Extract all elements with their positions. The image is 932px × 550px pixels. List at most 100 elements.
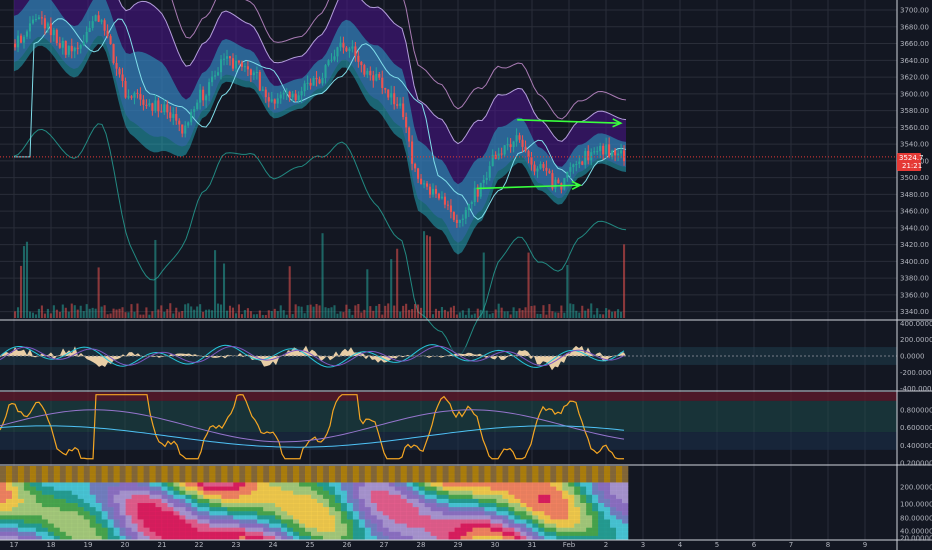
time-tick-18: 4 (678, 541, 683, 549)
heatmap-cell-3-22 (131, 478, 138, 483)
heatmap-cell-4-23 (137, 482, 144, 487)
volume-bar-13 (52, 305, 55, 318)
heatmap-cell-3-33 (197, 478, 204, 483)
heatmap-cell-4-77 (460, 482, 467, 487)
heatmap-cell-10-10 (59, 507, 67, 512)
candle-body-201 (614, 150, 617, 156)
heatmap-cell-11-13 (77, 511, 85, 516)
heatmap-cell-6-17 (101, 490, 108, 496)
heatmap-cell-6-4 (23, 490, 31, 496)
heatmap-cell-14-18 (107, 523, 114, 528)
heatmap-cell-3-28 (167, 478, 174, 483)
volume-bar-95 (297, 306, 300, 318)
heatmap-cell-8-103 (616, 498, 623, 504)
volume-bar-43 (142, 314, 145, 318)
heatmap-cell-4-13 (77, 482, 85, 487)
heatmap-cell-4-14 (83, 482, 91, 487)
candle-body-151 (464, 209, 467, 219)
heatmap-cell-4-22 (131, 482, 138, 487)
heatmap-cell-2-59 (352, 474, 360, 479)
heatmap-cell-16-76 (454, 531, 461, 537)
heatmap-cell-1-75 (448, 470, 455, 475)
heatmap-cell-1-90 (538, 470, 545, 475)
heatmap-cell-9-68 (406, 503, 413, 508)
heatmap-cell-9-30 (179, 503, 186, 508)
heatmap-cell-16-65 (388, 531, 396, 537)
candle-body-163 (500, 153, 503, 155)
heatmap-cell-4-73 (436, 482, 443, 487)
heatmap-cell-11-11 (65, 511, 73, 516)
heatmap-cell-4-54 (322, 482, 330, 487)
volume-bar-181 (554, 312, 557, 318)
candle-body-41 (136, 92, 139, 94)
heatmap-cell-4-9 (53, 482, 61, 487)
heatmap-cell-2-85 (508, 474, 515, 479)
heatmap-cell-13-76 (454, 519, 461, 524)
heatmap-cell-11-35 (209, 511, 216, 516)
volume-bar-176 (539, 313, 542, 318)
heatmap-cell-16-57 (340, 531, 348, 537)
candle-body-165 (506, 144, 509, 146)
heatmap-cell-2-51 (305, 474, 312, 479)
heatmap-cell-12-38 (227, 515, 234, 520)
heatmap-cell-3-91 (544, 478, 551, 483)
heatmap-cell-16-10 (59, 531, 67, 537)
heatmap-cell-9-100 (598, 503, 605, 508)
oscillator-pane-2[interactable] (0, 392, 897, 460)
heatmap-cell-5-70 (418, 486, 425, 491)
heatmap-cell-14-14 (83, 523, 91, 528)
candle-body-140 (431, 188, 435, 195)
heatmap-cell-15-100 (598, 527, 605, 533)
heatmap-cell-2-17 (101, 474, 108, 479)
heatmap-cell-16-83 (496, 531, 503, 537)
volume-bar-65 (208, 309, 211, 318)
heatmap-cell-12-26 (155, 515, 162, 520)
heatmap-cell-16-20 (119, 531, 126, 537)
heatmap-cell-3-98 (586, 478, 593, 483)
heatmap-cell-2-1 (5, 474, 13, 479)
heatmap-cell-13-91 (544, 519, 551, 524)
heatmap-cell-8-17 (101, 498, 108, 504)
heatmap-cell-8-16 (95, 498, 102, 504)
volume-bar-15 (58, 311, 61, 318)
heatmap-cell-15-43 (257, 527, 264, 533)
heatmap-cell-14-86 (514, 523, 521, 528)
heatmap-cell-6-15 (89, 490, 96, 496)
osc2-overbought-zone (0, 392, 897, 401)
heatmap-cell-16-66 (394, 531, 402, 537)
heatmap-cell-12-11 (65, 515, 73, 520)
heatmap-cell-7-48 (287, 494, 294, 500)
heatmap-cell-10-51 (305, 507, 312, 512)
heatmap-cell-7-3 (17, 494, 25, 500)
heatmap-cell-2-83 (496, 474, 503, 479)
candle-body-190 (581, 161, 584, 165)
heatmap-cell-3-31 (185, 478, 192, 483)
heatmap-cell-6-46 (275, 490, 282, 496)
heatmap-pane[interactable] (0, 466, 629, 541)
heatmap-cell-4-8 (47, 482, 55, 487)
heatmap-cell-11-46 (275, 511, 282, 516)
candle-body-18 (67, 45, 70, 55)
heatmap-cell-2-62 (370, 474, 378, 479)
heatmap-cell-3-95 (568, 478, 575, 483)
heatmap-cell-11-94 (562, 511, 569, 516)
heatmap-cell-6-66 (394, 490, 402, 496)
volume-bar-34 (115, 309, 118, 318)
heatmap-cell-10-29 (173, 507, 180, 512)
heatmap-cell-14-79 (472, 523, 479, 528)
heatmap-cell-6-85 (508, 490, 515, 496)
heatmap-cell-7-34 (203, 494, 210, 500)
time-tick-7: 24 (269, 541, 278, 549)
volume-bar-103 (321, 233, 324, 318)
heatmap-cell-12-44 (263, 515, 270, 520)
heatmap-cell-5-78 (466, 486, 473, 491)
heatmap-cell-3-36 (215, 478, 222, 483)
heatmap-cell-9-14 (83, 503, 91, 508)
heatmap-cell-3-88 (526, 478, 533, 483)
volume-bar-33 (112, 308, 115, 318)
heatmap-cell-3-1 (5, 478, 13, 483)
heatmap-cell-13-53 (316, 519, 324, 524)
heatmap-cell-16-17 (101, 531, 108, 537)
heatmap-cell-9-76 (454, 503, 461, 508)
heatmap-cell-8-75 (448, 498, 455, 504)
